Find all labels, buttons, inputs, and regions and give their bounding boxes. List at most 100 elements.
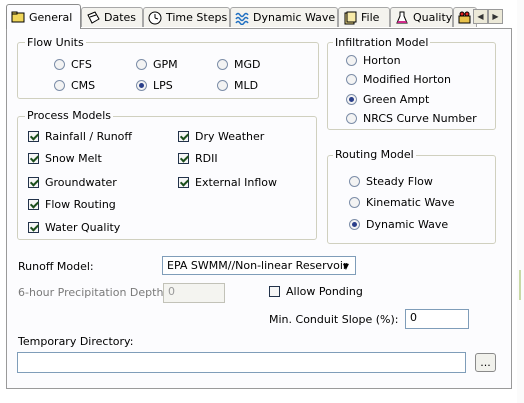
tab-label: Dates: [104, 11, 137, 24]
routing-model-title: Routing Model: [333, 148, 416, 161]
browse-button[interactable]: ...: [475, 353, 496, 372]
option-label: MGD: [234, 58, 261, 71]
option-label: Dynamic Wave: [366, 218, 449, 231]
option-label: RDII: [195, 152, 218, 165]
checkbox-checked[interactable]: [178, 131, 189, 142]
allow-ponding-option[interactable]: Allow Ponding: [269, 285, 363, 298]
flow-unit-cfs[interactable]: CFS: [54, 58, 92, 71]
radio-button[interactable]: [54, 80, 65, 91]
option-label: Rainfall / Runoff: [45, 130, 132, 143]
file-icon: [344, 11, 357, 24]
process-dry-weather[interactable]: Dry Weather: [178, 130, 264, 143]
checkbox-checked[interactable]: [28, 222, 39, 233]
window-edge: [517, 0, 524, 403]
arrow-left-icon: ◀: [477, 12, 484, 21]
radio-button[interactable]: [346, 113, 357, 124]
routing-kinematic-wave[interactable]: Kinematic Wave: [349, 196, 455, 209]
clock-icon: [148, 11, 162, 24]
runoff-model-value: EPA SWMM//Non-linear Reservoir: [167, 259, 348, 272]
process-groundwater[interactable]: Groundwater: [28, 176, 117, 189]
radio-button-selected[interactable]: [346, 94, 357, 105]
folder-icon: [11, 11, 25, 23]
infiltration-horton[interactable]: Horton: [346, 54, 401, 67]
option-label: Dry Weather: [195, 130, 265, 143]
option-label: External Inflow: [195, 176, 278, 189]
option-label: CMS: [71, 79, 96, 92]
flow-units-title: Flow Units: [25, 36, 86, 49]
precip-depth-label: 6-hour Precipitation Depth:: [18, 286, 168, 299]
radio-button[interactable]: [349, 197, 360, 208]
option-label: GPM: [153, 58, 178, 71]
radio-button[interactable]: [346, 74, 357, 85]
tab-label: File: [361, 11, 380, 24]
arrow-right-icon: ▶: [492, 12, 499, 21]
temp-directory-label: Temporary Directory:: [18, 335, 134, 348]
tab-label: Time Steps: [166, 11, 228, 24]
option-label: Water Quality: [45, 221, 121, 234]
checkbox-checked[interactable]: [28, 153, 39, 164]
checkbox-unchecked[interactable]: [269, 286, 280, 297]
radio-button[interactable]: [349, 176, 360, 187]
process-rainfall-runoff[interactable]: Rainfall / Runoff: [28, 130, 132, 143]
radio-button[interactable]: [346, 55, 357, 66]
flow-unit-cms[interactable]: CMS: [54, 79, 95, 92]
tab-label: Dynamic Wave: [253, 11, 336, 24]
tab-quality[interactable]: Quality: [390, 7, 453, 27]
radio-button-selected[interactable]: [136, 80, 147, 91]
checkbox-checked[interactable]: [28, 131, 39, 142]
checkbox-checked[interactable]: [28, 199, 39, 210]
radio-button[interactable]: [217, 59, 228, 70]
checkbox-checked[interactable]: [28, 177, 39, 188]
tab-label: General: [29, 10, 73, 24]
tab-dates[interactable]: Dates: [81, 7, 143, 27]
option-label: CFS: [71, 58, 92, 71]
tab-file[interactable]: File: [338, 7, 390, 27]
radio-button-selected[interactable]: [349, 219, 360, 230]
radio-button[interactable]: [217, 80, 228, 91]
routing-dynamic-wave[interactable]: Dynamic Wave: [349, 218, 448, 231]
radio-button[interactable]: [136, 59, 147, 70]
process-water-quality[interactable]: Water Quality: [28, 221, 120, 234]
checkbox-checked[interactable]: [178, 153, 189, 164]
option-label: Kinematic Wave: [366, 196, 455, 209]
process-rdii[interactable]: RDII: [178, 152, 218, 165]
wave-icon: [235, 12, 249, 25]
min-conduit-slope-input[interactable]: 0: [405, 309, 469, 329]
process-external-inflow[interactable]: External Inflow: [178, 176, 277, 189]
flow-unit-mgd[interactable]: MGD: [217, 58, 261, 71]
process-models-title: Process Models: [25, 109, 113, 122]
option-label: LPS: [153, 79, 173, 92]
routing-steady-flow[interactable]: Steady Flow: [349, 175, 433, 188]
option-label: Snow Melt: [45, 152, 102, 165]
radio-button[interactable]: [54, 59, 65, 70]
infiltration-nrcs-curve-number[interactable]: NRCS Curve Number: [346, 112, 477, 125]
option-label: Horton: [363, 54, 401, 67]
flow-unit-lps[interactable]: LPS: [136, 79, 173, 92]
tab-time-steps[interactable]: Time Steps: [143, 7, 230, 27]
tab-general[interactable]: General: [6, 4, 81, 29]
temp-directory-input[interactable]: [17, 352, 466, 373]
option-label: NRCS Curve Number: [363, 112, 477, 125]
option-label: MLD: [234, 79, 259, 92]
projector-icon: [458, 11, 471, 23]
runoff-model-dropdown[interactable]: EPA SWMM//Non-linear Reservoir ▼: [162, 256, 356, 275]
option-label: Flow Routing: [45, 198, 116, 211]
option-label: Steady Flow: [366, 175, 433, 188]
precip-depth-input[interactable]: 0: [163, 283, 225, 303]
tab-dynamic-wave[interactable]: Dynamic Wave: [230, 7, 338, 27]
process-snow-melt[interactable]: Snow Melt: [28, 152, 102, 165]
checkbox-checked[interactable]: [178, 177, 189, 188]
tab-scroll-right-button[interactable]: ▶: [488, 9, 503, 24]
min-conduit-slope-label: Min. Conduit Slope (%):: [269, 313, 399, 326]
runoff-model-label: Runoff Model:: [18, 260, 94, 273]
tab-scroll-left-button[interactable]: ◀: [473, 9, 488, 24]
flask-icon: [396, 11, 408, 23]
flow-unit-mld[interactable]: MLD: [217, 79, 258, 92]
option-label: Groundwater: [45, 176, 117, 189]
infiltration-green-ampt[interactable]: Green Ampt: [346, 93, 429, 106]
chevron-down-icon[interactable]: ▼: [339, 259, 353, 273]
flow-unit-gpm[interactable]: GPM: [136, 58, 178, 71]
option-label: Modified Horton: [363, 73, 451, 86]
process-flow-routing[interactable]: Flow Routing: [28, 198, 116, 211]
infiltration-modified-horton[interactable]: Modified Horton: [346, 73, 451, 86]
